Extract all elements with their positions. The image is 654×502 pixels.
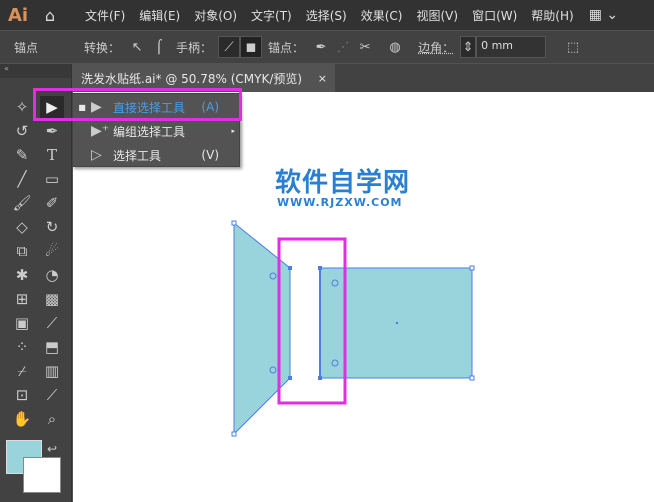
connect-anchor-icon[interactable]: ⋰ — [332, 36, 354, 58]
paintbrush-icon[interactable]: 🖌 — [10, 192, 34, 214]
group-selection-tool-icon: ▶⁺ — [91, 123, 110, 139]
tearoff-arrow-icon[interactable]: ▸ — [231, 127, 235, 135]
gradient-icon[interactable]: ▣ — [10, 312, 34, 334]
flyout-label: 选择工具 — [113, 148, 162, 163]
shape-builder-icon[interactable]: ◔ — [40, 264, 64, 286]
type-icon[interactable]: T — [40, 144, 64, 166]
close-tab-icon[interactable]: × — [318, 72, 327, 85]
show-handles-icon[interactable]: ⟋ — [218, 36, 241, 58]
remove-anchor-icon[interactable]: ✒ — [310, 36, 332, 58]
home-icon[interactable]: ⌂ — [38, 6, 62, 25]
recolor-icon[interactable]: ◍ — [384, 36, 406, 58]
mesh-icon[interactable]: ▩ — [40, 288, 64, 310]
convert-smooth-icon[interactable]: ⌠ — [148, 36, 170, 58]
flyout-shortcut: (V) — [201, 148, 219, 162]
anchors-label: 锚点： — [268, 40, 305, 55]
pen-icon[interactable]: ✒ — [40, 120, 64, 142]
corner-input[interactable]: 0 mm — [476, 36, 547, 58]
magic-wand-icon[interactable]: ✧ — [10, 96, 34, 118]
swap-colors-icon[interactable]: ↩ — [44, 438, 60, 460]
menu-bar: Ai ⌂ 文件(F) 编辑(E) 对象(O) 文字(T) 选择(S) 效果(C)… — [0, 0, 654, 30]
convert-corner-icon[interactable]: ↖ — [126, 36, 148, 58]
curvature-icon[interactable]: ✎ — [10, 144, 34, 166]
menu-help[interactable]: 帮助(H) — [524, 7, 580, 24]
transform-icon[interactable]: ⬚ — [562, 36, 584, 58]
workspace-switcher-icon[interactable]: ▦ ⌄ — [589, 7, 618, 23]
warp-icon[interactable]: ☄ — [40, 240, 64, 262]
menu-type[interactable]: 文字(T) — [244, 7, 299, 24]
rotate-icon[interactable]: ↻ — [40, 216, 64, 238]
convert-label: 转换： — [84, 40, 121, 55]
selection-tool-icon: ▷ — [91, 147, 102, 163]
menu-effect[interactable]: 效果(C) — [354, 7, 410, 24]
main-menu: 文件(F) 编辑(E) 对象(O) 文字(T) 选择(S) 效果(C) 视图(V… — [78, 7, 581, 24]
zoom-icon[interactable]: ⌕ — [40, 408, 64, 430]
corner-stepper-icon[interactable]: ⇕ — [460, 36, 477, 58]
control-bar: 锚点 转换： ↖ ⌠ 手柄： ⟋ ◼ 锚点： ✒ ⋰ ✂ ◍ 边角： ⇕ 0 m… — [0, 31, 654, 63]
graph-icon[interactable]: ▥ — [40, 360, 64, 382]
flyout-item-selection[interactable]: ▷ 选择工具 (V) — [73, 143, 239, 167]
hand-icon[interactable]: ✋ — [10, 408, 34, 430]
hide-handles-icon[interactable]: ◼ — [240, 36, 263, 58]
puppet-warp-icon[interactable]: ✱ — [10, 264, 34, 286]
cut-path-icon[interactable]: ✂ — [354, 36, 376, 58]
collapse-icon[interactable]: « — [0, 64, 71, 78]
perspective-grid-icon[interactable]: ⊞ — [10, 288, 34, 310]
eyedropper-alt-icon[interactable]: ⟋ — [40, 312, 64, 334]
center-point — [395, 321, 399, 325]
menu-window[interactable]: 窗口(W) — [465, 7, 524, 24]
lasso-icon[interactable]: ↺ — [10, 120, 34, 142]
anchor-title: 锚点 — [14, 40, 39, 55]
menu-object[interactable]: 对象(O) — [187, 7, 244, 24]
app-logo: Ai — [8, 4, 29, 26]
slice-icon[interactable]: ⟋ — [40, 384, 64, 406]
menu-select[interactable]: 选择(S) — [299, 7, 354, 24]
handles-label: 手柄： — [176, 40, 213, 55]
highlight-box — [33, 88, 242, 121]
blend-icon[interactable]: ⬒ — [40, 336, 64, 358]
eyedropper-icon[interactable]: ⌿ — [10, 360, 34, 382]
eraser-icon[interactable]: ◇ — [10, 216, 34, 238]
stroke-swatch[interactable] — [23, 457, 61, 493]
blob-brush-icon[interactable]: ✐ — [40, 192, 64, 214]
corner-label: 边角： — [418, 40, 455, 55]
document-title: 洗发水贴纸.ai* @ 50.78% (CMYK/预览) — [81, 71, 303, 86]
flyout-label: 编组选择工具 — [113, 124, 186, 139]
line-icon[interactable]: ╱ — [10, 168, 34, 190]
menu-edit[interactable]: 编辑(E) — [132, 7, 187, 24]
scale-icon[interactable]: ⧉ — [10, 240, 34, 262]
selected-anchors[interactable] — [288, 266, 322, 380]
artboard-icon[interactable]: ⊡ — [10, 384, 34, 406]
flyout-item-group-selection[interactable]: ▶⁺ 编组选择工具 ▸ — [73, 119, 239, 143]
rectangle-icon[interactable]: ▭ — [40, 168, 64, 190]
symbol-sprayer-icon[interactable]: ⁘ — [10, 336, 34, 358]
menu-view[interactable]: 视图(V) — [409, 7, 465, 24]
menu-file[interactable]: 文件(F) — [78, 7, 132, 24]
